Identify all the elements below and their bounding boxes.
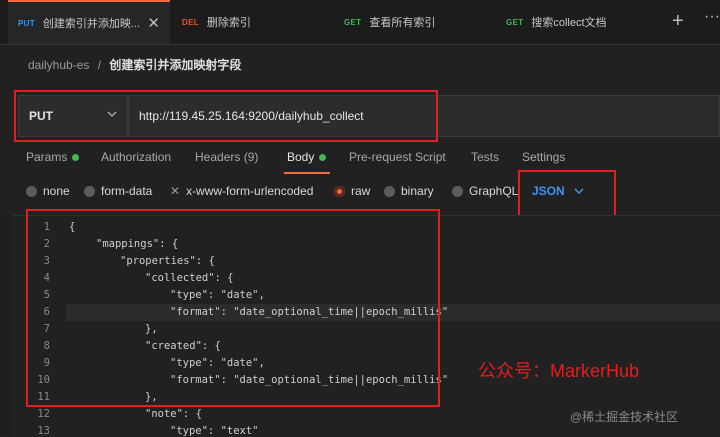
radio-circle <box>84 185 95 197</box>
close-icon[interactable]: ✕ <box>147 14 160 32</box>
annotation-box-url <box>14 90 438 142</box>
radio-circle <box>452 185 463 197</box>
line-number: 13 <box>37 425 50 437</box>
tab-tests[interactable]: Tests <box>471 150 499 164</box>
method-badge: GET <box>344 17 362 27</box>
code-line: "type": "text" <box>170 425 259 437</box>
radio-label: none <box>43 184 70 198</box>
tab-authorization[interactable]: Authorization <box>101 150 171 164</box>
plus-icon[interactable]: + <box>672 10 684 33</box>
radio-label: form-data <box>101 184 153 198</box>
method-badge: DEL <box>182 17 199 27</box>
breadcrumb: dailyhub-es / 创建索引并添加映射字段 <box>28 56 241 73</box>
annotation-box-code <box>26 209 440 407</box>
close-icon: ✕ <box>170 184 181 198</box>
tab-delete-index[interactable]: DEL 删除索引 <box>172 0 332 44</box>
active-tab-underline <box>284 172 330 174</box>
sidebar-edge <box>0 215 12 434</box>
radio-graphql[interactable]: GraphQL <box>452 184 518 198</box>
tab-label: Authorization <box>101 150 172 164</box>
line-number: 12 <box>37 408 50 420</box>
radio-label: x-www-form-urlencoded <box>186 184 314 198</box>
tab-settings[interactable]: Settings <box>522 150 565 164</box>
breadcrumb-separator: / <box>97 58 102 72</box>
radio-circle-selected <box>334 185 345 197</box>
radio-circle <box>384 185 395 197</box>
tab-params[interactable]: Params <box>26 150 80 164</box>
tab-list-indices[interactable]: GET 查看所有索引 <box>334 0 494 44</box>
radio-label: GraphQL <box>469 184 519 198</box>
credit-watermark: @稀土掘金技术社区 <box>570 410 679 424</box>
breadcrumb-request: 创建索引并添加映射字段 <box>109 58 242 72</box>
code-line: "note": { <box>145 408 202 420</box>
tab-title: 创建索引并添加映... <box>42 18 141 30</box>
radio-none[interactable]: none <box>26 184 70 198</box>
status-dot <box>319 154 327 162</box>
tab-prerequest-script[interactable]: Pre-request Script <box>349 150 446 164</box>
tab-search-collect[interactable]: GET 搜索collect文档 <box>496 0 660 44</box>
tab-label: Tests <box>471 150 500 164</box>
tab-label: Params <box>26 150 68 164</box>
tab-body[interactable]: Body <box>287 150 327 164</box>
ellipsis-icon[interactable]: ··· <box>704 8 720 26</box>
radio-form-data[interactable]: form-data <box>84 184 152 198</box>
tab-create-index[interactable]: PUT 创建索引并添加映... ✕ <box>8 0 170 44</box>
tab-label: Settings <box>522 150 566 164</box>
request-tab-bar: PUT 创建索引并添加映... ✕ DEL 删除索引 GET 查看所有索引 GE… <box>0 0 720 45</box>
radio-circle <box>26 185 37 197</box>
annotation-box-format <box>518 170 616 218</box>
tab-label: Headers (9) <box>195 150 259 164</box>
breadcrumb-collection[interactable]: dailyhub-es <box>28 58 89 72</box>
radio-urlencoded[interactable]: ✕ x-www-form-urlencoded <box>170 184 313 198</box>
radio-label: raw <box>351 184 371 198</box>
watermark-text: 公众号：MarkerHub <box>478 361 640 381</box>
tab-label: Body <box>287 150 315 164</box>
method-badge: PUT <box>18 18 35 28</box>
tab-headers[interactable]: Headers (9) <box>195 150 258 164</box>
tab-label: Pre-request Script <box>349 150 446 164</box>
tab-title: 搜索collect文档 <box>531 17 607 29</box>
status-dot <box>72 154 80 162</box>
tab-title: 删除索引 <box>206 17 251 29</box>
radio-label: binary <box>401 184 434 198</box>
radio-binary[interactable]: binary <box>384 184 434 198</box>
tab-title: 查看所有索引 <box>369 17 436 29</box>
radio-raw[interactable]: raw <box>334 184 370 198</box>
method-badge: GET <box>506 17 524 27</box>
